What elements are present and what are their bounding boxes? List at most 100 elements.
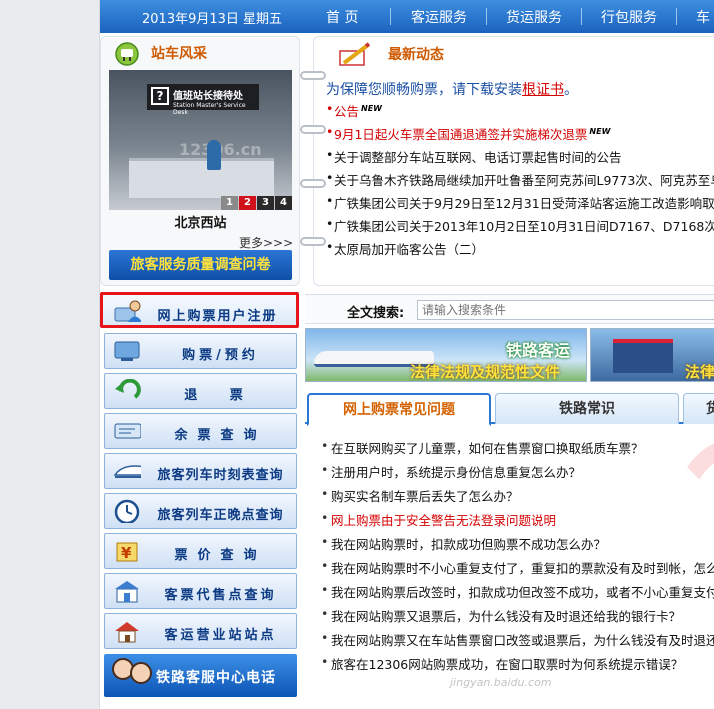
law-banner-title: 铁路客运 bbox=[506, 341, 571, 360]
register-label: 网上购票用户注册 bbox=[157, 309, 278, 324]
sales-points-button[interactable]: 客运营业站站点 bbox=[104, 613, 297, 649]
slide-page-3[interactable]: 3 bbox=[257, 196, 274, 210]
current-date: 2013年9月13日 星期五 bbox=[142, 12, 283, 27]
nav-separator bbox=[486, 8, 487, 25]
tab-freight[interactable]: 货 bbox=[683, 393, 714, 424]
tab-online-purchase-faq[interactable]: 网上购票常见问题 bbox=[307, 393, 491, 426]
locomotive-graphic bbox=[613, 339, 673, 373]
timetable-label: 旅客列车时刻表查询 bbox=[157, 468, 284, 483]
service-hotline-banner[interactable]: 铁路客服中心电话 bbox=[104, 654, 297, 697]
slide-page-2[interactable]: 2 bbox=[239, 196, 256, 210]
yen-icon: ¥ bbox=[116, 542, 138, 562]
faq-item[interactable]: 网上购票由于安全警告无法登录问题说明 bbox=[321, 510, 556, 529]
faq-item[interactable]: 我在网站购票时不小心重复支付了，重复扣的票款没有及时到帐，怎么办 bbox=[321, 558, 714, 577]
faq-item[interactable]: 我在网站购票后改签时，扣款成功但改签不成功，或者不小心重复支付了 bbox=[321, 582, 714, 601]
binder-ring-icon bbox=[300, 71, 326, 80]
staff-figure bbox=[207, 140, 221, 170]
train-station-icon bbox=[115, 42, 139, 66]
faq-item[interactable]: 我在网站购票又在车站售票窗口改签或退票后，为什么钱没有及时退还给 bbox=[321, 630, 714, 649]
refund-arrow-icon bbox=[115, 379, 141, 399]
refund-ticket-label: 退 票 bbox=[184, 388, 257, 403]
service-desk bbox=[129, 158, 274, 198]
nav-passenger-service[interactable]: 客运服务 bbox=[411, 7, 467, 27]
question-mark-icon: ? bbox=[151, 87, 169, 105]
agency-query-label: 客票代售点查询 bbox=[164, 588, 277, 603]
faq-item[interactable]: 购买实名制车票后丢失了怎么办？ bbox=[321, 486, 518, 505]
faq-section: 网上购票常见问题 铁路常识 货 在互联网购买了儿童票，如何在售票窗口换取纸质车票… bbox=[305, 390, 714, 709]
binder-ring-icon bbox=[300, 179, 326, 188]
faq-item[interactable]: 注册用户时，系统提示身份信息重复怎么办？ bbox=[321, 462, 581, 481]
page-body: 2013年9月13日 星期五 首 页 客运服务 货运服务 行包服务 车 站车风采… bbox=[100, 0, 714, 709]
slide-page-4[interactable]: 4 bbox=[275, 196, 292, 210]
faq-item[interactable]: 在互联网购买了儿童票，如何在售票窗口换取纸质车票？ bbox=[321, 438, 644, 457]
nav-separator bbox=[390, 8, 391, 25]
refund-ticket-button[interactable]: 退 票 bbox=[104, 373, 297, 409]
photo-sign-subtitle: Station Master's Service Desk bbox=[173, 102, 246, 116]
house-icon bbox=[115, 622, 139, 643]
latest-news-panel: 最新动态 为保障您顺畅购票，请下载安装根证书。 公告NEW 9月1日起火车票全国… bbox=[300, 36, 714, 286]
full-text-search: 全文搜索: bbox=[305, 294, 714, 324]
hotline-label: 铁路客服中心电话 bbox=[156, 670, 276, 686]
station-photo-slideshow[interactable]: ? 值班站长接待处 Station Master's Service Desk … bbox=[109, 70, 292, 210]
punctuality-button[interactable]: 旅客列车正晚点查询 bbox=[104, 493, 297, 529]
tab-railway-knowledge[interactable]: 铁路常识 bbox=[495, 393, 679, 424]
news-item-text: 公告 bbox=[334, 104, 360, 119]
news-item[interactable]: 太原局加开临客公告（二） bbox=[326, 239, 484, 258]
buy-ticket-button[interactable]: 购票/预约 bbox=[104, 333, 297, 369]
timetable-button[interactable]: 旅客列车时刻表查询 bbox=[104, 453, 297, 489]
faq-item[interactable]: 我在网站购票时，扣款成功但购票不成功怎么办？ bbox=[321, 534, 606, 553]
svg-text:¥: ¥ bbox=[121, 544, 132, 562]
nav-more[interactable]: 车 bbox=[696, 7, 710, 27]
station-caption: 北京西站 bbox=[174, 216, 227, 231]
ticket-screen-icon bbox=[114, 341, 140, 361]
law-banner2-title: 法律 bbox=[685, 363, 714, 381]
root-cert-notice: 为保障您顺畅购票，请下载安装根证书。 bbox=[326, 79, 578, 99]
cert-notice-period: 。 bbox=[564, 82, 578, 98]
news-item[interactable]: 公告NEW bbox=[326, 101, 382, 120]
photo-sign-title: 值班站长接待处 bbox=[173, 91, 243, 102]
slide-page-1[interactable]: 1 bbox=[221, 196, 238, 210]
root-cert-link[interactable]: 根证书 bbox=[522, 82, 564, 98]
stations-more-link[interactable]: 更多>>> bbox=[239, 234, 293, 251]
station-showcase-panel: 站车风采 ? 值班站长接待处 Station Master's Service … bbox=[100, 36, 300, 286]
fare-query-button[interactable]: ¥ 票价查询 bbox=[104, 533, 297, 569]
faq-item[interactable]: 旅客在12306网站购票成功，在窗口取票时为何系统提示错误？ bbox=[321, 654, 683, 673]
binder-ring-icon bbox=[300, 237, 326, 246]
ticket-query-icon bbox=[114, 423, 141, 439]
panel-title-stations: 站车风采 bbox=[151, 46, 207, 62]
source-watermark: jingyan.baidu.com bbox=[450, 676, 552, 689]
buy-ticket-label: 购票/预约 bbox=[182, 348, 259, 363]
punctuality-label: 旅客列车正晚点查询 bbox=[157, 508, 284, 523]
news-item[interactable]: 广铁集团公司关于2013年10月2日至10月31日间D7167、D7168次临时 bbox=[326, 216, 714, 235]
nav-home[interactable]: 首 页 bbox=[326, 7, 358, 27]
laws-regulations-banner[interactable]: 铁路客运 法律法规及规范性文件 bbox=[305, 328, 587, 382]
bullet-train-icon bbox=[113, 465, 141, 478]
search-input[interactable] bbox=[417, 300, 714, 320]
new-badge: NEW bbox=[361, 103, 382, 113]
news-item[interactable]: 9月1日起火车票全国通退通签并实施梯次退票NEW bbox=[326, 124, 611, 143]
law-banner-subtitle: 法律法规及规范性文件 bbox=[410, 363, 561, 381]
register-user-button[interactable]: 网上购票用户注册 bbox=[100, 292, 299, 328]
news-item[interactable]: 广铁集团公司关于9月29日至12月31日受菏泽站客运施工改造影响取消 bbox=[326, 193, 714, 212]
nav-separator bbox=[676, 8, 677, 25]
nav-separator bbox=[581, 8, 582, 25]
service-survey-banner[interactable]: 旅客服务质量调查问卷 bbox=[109, 250, 292, 280]
news-item[interactable]: 关于调整部分车站互联网、电话订票起售时间的公告 bbox=[326, 147, 622, 166]
fare-query-label: 票价查询 bbox=[174, 548, 267, 563]
nav-freight-service[interactable]: 货运服务 bbox=[506, 7, 562, 27]
pen-notepad-icon bbox=[339, 42, 371, 66]
search-label: 全文搜索: bbox=[347, 306, 405, 321]
remaining-tickets-label: 余票查询 bbox=[174, 428, 267, 443]
nav-luggage-service[interactable]: 行包服务 bbox=[601, 7, 657, 27]
new-badge: NEW bbox=[589, 126, 611, 136]
agency-query-button[interactable]: 客票代售点查询 bbox=[104, 573, 297, 609]
sales-points-label: 客运营业站站点 bbox=[164, 628, 277, 643]
user-register-icon bbox=[114, 300, 141, 322]
faq-item[interactable]: 我在网站购票又退票后，为什么钱没有及时退还给我的银行卡？ bbox=[321, 606, 681, 625]
clock-icon bbox=[114, 499, 140, 523]
remaining-tickets-button[interactable]: 余票查询 bbox=[104, 413, 297, 449]
news-item[interactable]: 关于乌鲁木齐铁路局继续加开吐鲁番至阿克苏间L9773次、阿克苏至乌 bbox=[326, 170, 714, 189]
laws-banner-secondary[interactable]: 法律 bbox=[590, 328, 714, 382]
ticket-agency-icon bbox=[115, 581, 139, 603]
agent-avatar-icon bbox=[130, 662, 152, 684]
